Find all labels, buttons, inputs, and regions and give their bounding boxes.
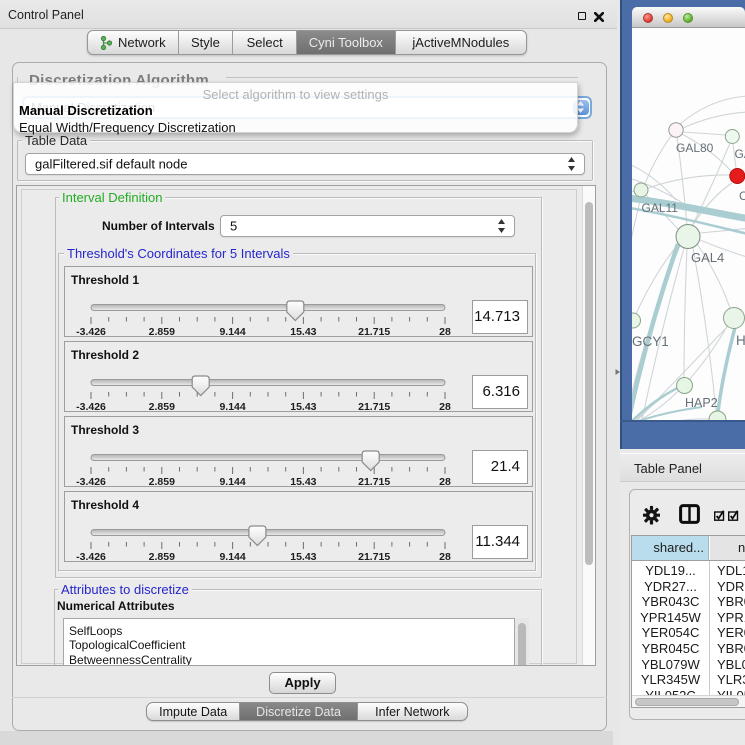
svg-text:GA: GA [735, 147, 745, 161]
svg-text:-3.426: -3.426 [76, 551, 106, 561]
svg-text:28: 28 [439, 551, 451, 561]
svg-text:-3.426: -3.426 [76, 476, 106, 486]
svg-text:28: 28 [439, 476, 451, 486]
svg-text:GAL80: GAL80 [676, 141, 714, 155]
svg-text:9.144: 9.144 [219, 401, 245, 411]
svg-text:-3.426: -3.426 [76, 326, 106, 336]
svg-text:2.859: 2.859 [149, 551, 175, 561]
svg-text:-3.426: -3.426 [76, 401, 106, 411]
svg-text:15.43: 15.43 [290, 401, 316, 411]
svg-text:9.144: 9.144 [219, 551, 245, 561]
svg-text:15.43: 15.43 [290, 476, 316, 486]
svg-text:28: 28 [439, 401, 451, 411]
svg-text:H: H [736, 333, 745, 348]
svg-text:21.715: 21.715 [358, 476, 390, 486]
svg-text:9.144: 9.144 [219, 326, 245, 336]
svg-text:9.144: 9.144 [219, 476, 245, 486]
svg-text:C: C [739, 189, 745, 203]
svg-text:GCY1: GCY1 [632, 334, 669, 349]
svg-text:2.859: 2.859 [149, 401, 175, 411]
svg-text:15.43: 15.43 [290, 551, 316, 561]
svg-text:2.859: 2.859 [149, 326, 175, 336]
svg-text:28: 28 [439, 326, 451, 336]
svg-text:HAP2: HAP2 [685, 396, 718, 410]
svg-text:21.715: 21.715 [358, 401, 390, 411]
svg-text:GAL4: GAL4 [691, 250, 724, 265]
svg-text:21.715: 21.715 [358, 551, 390, 561]
svg-text:15.43: 15.43 [290, 326, 316, 336]
svg-text:GAL11: GAL11 [642, 201, 679, 215]
svg-text:2.859: 2.859 [149, 476, 175, 486]
svg-text:21.715: 21.715 [358, 326, 390, 336]
